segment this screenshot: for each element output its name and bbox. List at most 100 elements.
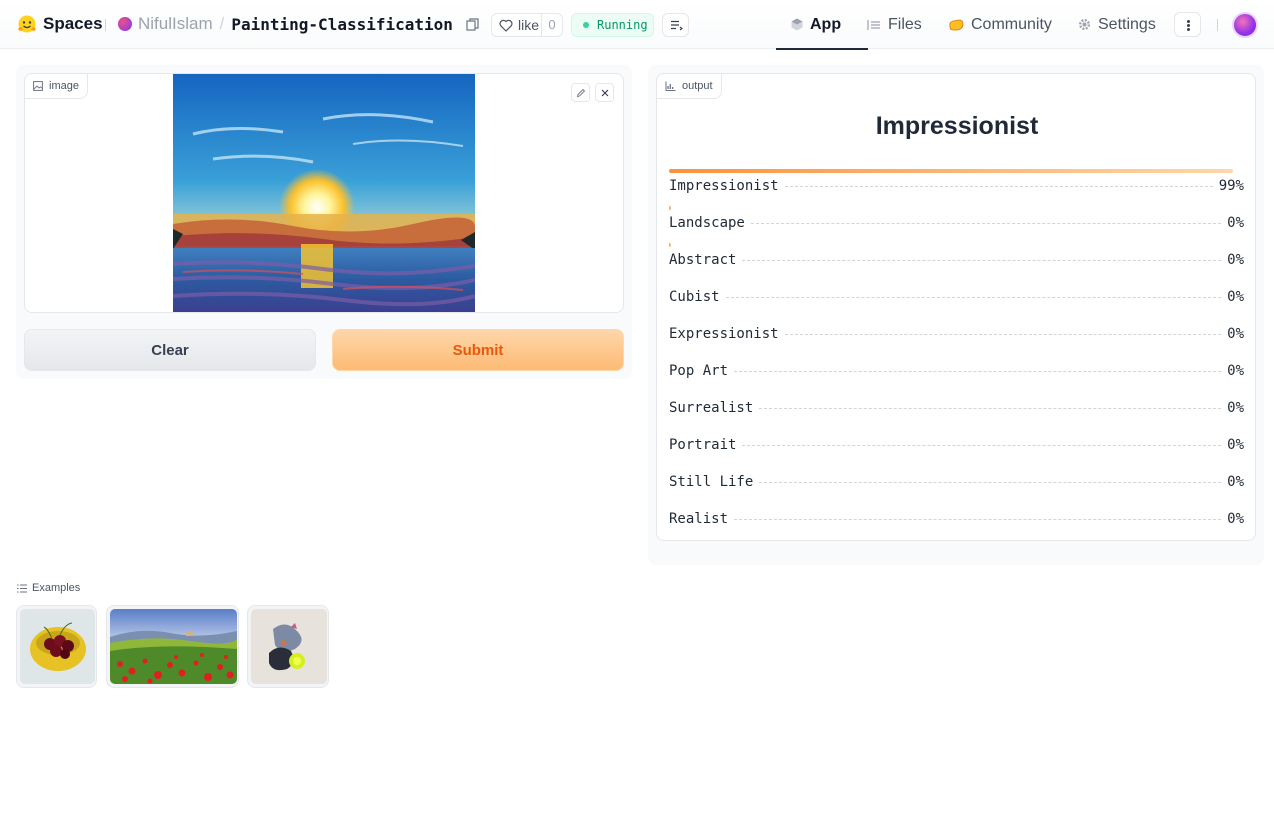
confidence-text: Still Life 0% xyxy=(669,474,1244,490)
more-options-button[interactable] xyxy=(1174,12,1201,37)
tab-settings-label: Settings xyxy=(1098,15,1156,33)
dotted-leader xyxy=(759,408,1222,409)
status-badge[interactable]: Running xyxy=(571,13,654,37)
confidence-bar xyxy=(669,206,672,210)
confidence-value: 0% xyxy=(1227,252,1244,268)
confidence-value: 0% xyxy=(1227,215,1244,231)
class-label: Landscape xyxy=(669,215,745,231)
tab-app-label: App xyxy=(810,15,842,33)
confidence-text: Portrait 0% xyxy=(669,437,1244,453)
confidence-text: Realist 0% xyxy=(669,511,1244,527)
image-upload-area[interactable]: image xyxy=(24,73,624,313)
pencil-icon xyxy=(576,88,585,97)
input-panel: image Clear Submit xyxy=(16,65,632,379)
remove-image-button[interactable] xyxy=(595,83,614,102)
image-icon xyxy=(33,81,43,91)
uploaded-painting-image xyxy=(173,74,475,312)
label-output: output Impressionist Impressionist 99% Lan… xyxy=(656,73,1256,541)
hugging-face-logo-icon xyxy=(18,15,36,33)
confidence-text: Impressionist 99% xyxy=(669,178,1244,194)
confidence-text: Surrealist 0% xyxy=(669,400,1244,416)
edit-button[interactable] xyxy=(571,83,590,102)
class-label: Portrait xyxy=(669,437,737,453)
copy-icon[interactable] xyxy=(466,18,479,31)
confidence-bar xyxy=(669,169,1234,173)
examples-label: Examples xyxy=(32,582,81,594)
top-navbar: Spaces NifulIslam / Painting-Classificat… xyxy=(0,0,1274,50)
dotted-leader xyxy=(742,445,1222,446)
confidence-value: 0% xyxy=(1227,363,1244,379)
files-icon xyxy=(867,19,880,30)
dotted-leader xyxy=(784,186,1213,187)
class-label: Abstract xyxy=(669,252,737,268)
dotted-leader xyxy=(742,260,1222,261)
dotted-leader xyxy=(750,223,1222,224)
dotted-leader xyxy=(759,482,1222,483)
status-dot-icon xyxy=(583,22,589,28)
confidence-row: Still Life 0% xyxy=(669,465,1244,502)
confidence-value: 0% xyxy=(1227,289,1244,305)
more-dot-icon xyxy=(1187,24,1190,27)
dotted-leader xyxy=(784,334,1222,335)
class-label: Expressionist xyxy=(669,326,779,342)
output-panel: output Impressionist Impressionist 99% Lan… xyxy=(648,65,1264,565)
like-label: like xyxy=(518,17,540,33)
example-cherries-bowl-image xyxy=(20,609,95,684)
confidence-row: Portrait 0% xyxy=(669,428,1244,465)
user-avatar[interactable] xyxy=(1232,12,1258,38)
confidence-value: 0% xyxy=(1227,326,1244,342)
spaces-brand[interactable]: Spaces xyxy=(17,14,103,34)
confidence-value: 0% xyxy=(1227,511,1244,527)
confidence-row: Pop Art 0% xyxy=(669,354,1244,391)
list-icon xyxy=(17,584,27,592)
example-thumbnail[interactable] xyxy=(247,605,329,688)
more-dot-icon xyxy=(1187,20,1190,23)
confidence-row: Surrealist 0% xyxy=(669,391,1244,428)
examples-header: Examples xyxy=(17,582,80,594)
class-label: Surrealist xyxy=(669,400,754,416)
example-thumbnail[interactable] xyxy=(16,605,97,688)
close-icon xyxy=(601,89,608,96)
confidence-value: 0% xyxy=(1227,437,1244,453)
class-label: Pop Art xyxy=(669,363,729,379)
class-label: Realist xyxy=(669,511,729,527)
tab-community[interactable]: Community xyxy=(948,0,1052,49)
gear-icon xyxy=(1078,18,1091,31)
dotted-leader xyxy=(725,297,1222,298)
more-dot-icon xyxy=(1187,28,1190,31)
clear-button[interactable]: Clear xyxy=(24,329,316,371)
example-abstract-image xyxy=(251,609,327,684)
owner-link[interactable]: NifulIslam xyxy=(138,14,213,34)
class-label: Impressionist xyxy=(669,178,779,194)
image-block-label: image xyxy=(25,74,88,99)
submit-button[interactable]: Submit xyxy=(332,329,624,371)
tab-community-label: Community xyxy=(971,15,1052,33)
confidence-row: Impressionist 99% xyxy=(669,169,1244,206)
like-count[interactable]: 0 xyxy=(541,14,562,36)
image-label: image xyxy=(49,80,79,92)
confidence-row: Cubist 0% xyxy=(669,280,1244,317)
confidence-row: Landscape 0% xyxy=(669,206,1244,243)
confidence-bar xyxy=(669,243,671,247)
like-button[interactable]: like 0 xyxy=(491,13,563,37)
confidence-value: 99% xyxy=(1218,178,1244,194)
confidence-value: 0% xyxy=(1227,400,1244,416)
divider xyxy=(1217,19,1218,31)
confidence-text: Pop Art 0% xyxy=(669,363,1244,379)
tab-settings[interactable]: Settings xyxy=(1078,0,1156,49)
confidence-row: Abstract 0% xyxy=(669,243,1244,280)
class-label: Cubist xyxy=(669,289,720,305)
community-icon xyxy=(949,19,964,30)
example-thumbnail[interactable] xyxy=(106,605,239,688)
tab-app[interactable]: App xyxy=(775,0,869,50)
repo-name-link[interactable]: Painting-Classification xyxy=(231,15,453,34)
tab-files[interactable]: Files xyxy=(867,0,922,49)
output-block-label: output xyxy=(656,73,722,99)
logs-button[interactable] xyxy=(662,13,689,37)
owner-avatar[interactable] xyxy=(118,17,132,31)
confidence-row: Expressionist 0% xyxy=(669,317,1244,354)
confidence-text: Expressionist 0% xyxy=(669,326,1244,342)
chart-icon xyxy=(665,81,676,91)
tab-files-label: Files xyxy=(888,15,922,33)
logs-icon xyxy=(671,20,683,31)
